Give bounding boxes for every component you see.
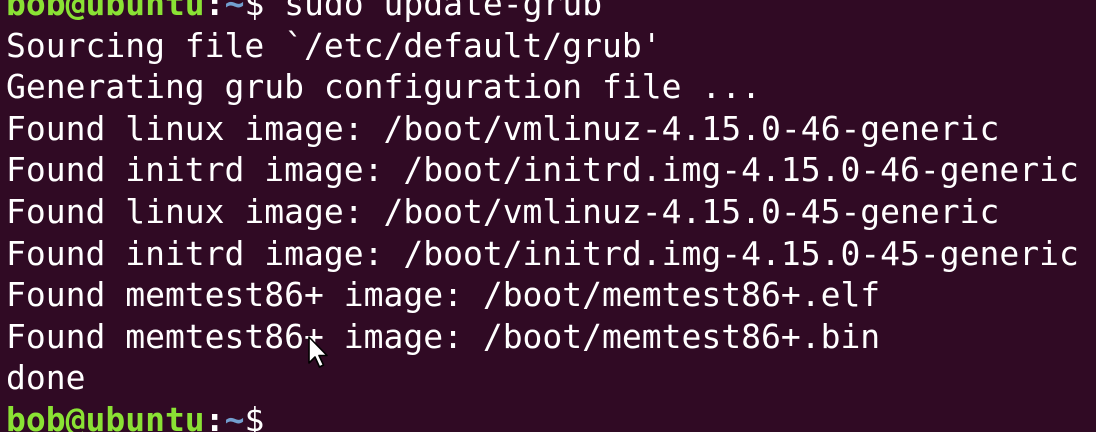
output-line: Found memtest86+ image: /boot/memtest86+…: [6, 275, 881, 315]
output-line: Found memtest86+ image: /boot/memtest86+…: [6, 316, 881, 356]
prompt-user-host: bob@ubuntu: [6, 0, 205, 23]
command-text: sudo update-grub: [284, 0, 603, 23]
mouse-pointer-icon: [308, 336, 328, 368]
prompt-separator: :: [204, 399, 225, 432]
prompt-separator: :: [204, 0, 225, 23]
terminal-window[interactable]: bob@ubuntu:~$ sudo update-grub Sourcing …: [0, 0, 1096, 432]
output-line: Found linux image: /boot/vmlinuz-4.15.0-…: [6, 108, 1000, 148]
output-line: Sourcing file `/etc/default/grub': [6, 25, 662, 65]
output-line: Generating grub configuration file ...: [6, 67, 761, 107]
output-line: done: [6, 358, 86, 398]
output-line: Found linux image: /boot/vmlinuz-4.15.0-…: [6, 191, 1000, 231]
prompt-line: bob@ubuntu:~$: [6, 399, 1079, 432]
output-line: Found initrd image: /boot/initrd.img-4.1…: [6, 150, 1079, 190]
terminal-buffer: bob@ubuntu:~$ sudo update-grub Sourcing …: [6, 0, 1079, 432]
prompt-symbol: $: [244, 0, 285, 23]
prompt-path: ~: [224, 399, 245, 432]
prompt-user-host: bob@ubuntu: [6, 399, 205, 432]
prompt-symbol: $: [244, 399, 285, 432]
prompt-line: bob@ubuntu:~$ sudo update-grub: [6, 0, 1079, 25]
prompt-path: ~: [224, 0, 245, 23]
output-line: Found initrd image: /boot/initrd.img-4.1…: [6, 233, 1079, 273]
